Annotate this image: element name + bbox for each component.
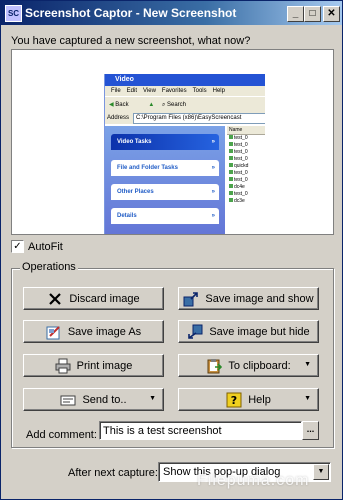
preview-file: test_0 xyxy=(227,191,265,198)
printer-icon xyxy=(55,358,71,374)
print-image-label: Print image xyxy=(76,359,133,372)
save-image-but-hide-button[interactable]: Save image but hide xyxy=(178,320,319,343)
app-window: SC Screenshot Captor - New Screenshot _ … xyxy=(0,0,343,500)
checkmark-icon[interactable]: ✓ xyxy=(11,240,24,253)
screenshot-preview[interactable]: Video File Edit View Favorites Tools Help ◀ B… xyxy=(11,49,334,235)
preview-task: File and Folder Tasks» xyxy=(111,160,219,176)
dropdown-arrow-icon: ▼ xyxy=(149,395,156,402)
dropdown-arrow-icon: ▼ xyxy=(304,361,311,368)
discard-image-button[interactable]: Discard image xyxy=(23,287,164,310)
discard-x-icon xyxy=(47,291,63,307)
after-next-capture-label: After next capture: xyxy=(68,467,158,479)
maximize-button[interactable]: □ xyxy=(304,6,321,22)
add-comment-label: Add comment: xyxy=(26,429,97,441)
app-icon: SC xyxy=(5,5,22,22)
preview-file: test_0 xyxy=(227,156,265,163)
preview-file: dc3e xyxy=(227,198,265,205)
save-image-as-label: Save image As xyxy=(67,325,142,338)
dropdown-arrow-icon: ▼ xyxy=(304,395,311,402)
preview-menu-item: Favorites xyxy=(161,88,187,94)
preview-menu-item: Edit xyxy=(126,88,138,94)
preview-file: test_0 xyxy=(227,177,265,184)
preview-search: Search xyxy=(166,102,186,108)
window-title: Screenshot Captor - New Screenshot xyxy=(25,6,237,20)
preview-address-label: Address xyxy=(107,115,130,121)
minimize-button[interactable]: _ xyxy=(287,6,304,22)
preview-file: test_0 xyxy=(227,142,265,149)
comment-browse-button[interactable]: ... xyxy=(302,421,319,440)
preview-menu-item: View xyxy=(143,88,156,94)
preview-menu-item: Help xyxy=(212,88,225,94)
watermark: Filepuma.com xyxy=(197,472,310,489)
help-button[interactable]: ? Help ▼ xyxy=(178,388,319,411)
title-bar[interactable]: SC Screenshot Captor - New Screenshot _ … xyxy=(1,1,342,25)
preview-image: Video File Edit View Favorites Tools Help ◀ B… xyxy=(104,74,265,234)
preview-address-value: C:\Program Files (x86)\EasyScreencast xyxy=(133,113,265,124)
save-image-and-show-button[interactable]: Save image and show xyxy=(178,287,319,310)
preview-column-header: Name xyxy=(227,126,265,135)
help-label: Help xyxy=(248,393,271,406)
to-clipboard-button[interactable]: To clipboard: ▼ xyxy=(178,354,319,377)
preview-window-title: Video xyxy=(105,74,265,86)
send-to-label: Send to.. xyxy=(82,393,127,406)
autofit-label: AutoFit xyxy=(28,241,63,253)
clipboard-icon xyxy=(206,358,223,374)
close-button[interactable]: ✕ xyxy=(323,6,340,22)
preview-task: Details» xyxy=(111,208,219,224)
search-icon: ⌕ xyxy=(161,102,166,108)
operations-label: Operations xyxy=(20,261,78,273)
comment-input[interactable] xyxy=(99,421,302,440)
send-to-icon xyxy=(60,392,76,408)
preview-address-bar: Address C:\Program Files (x86)\EasyScree… xyxy=(105,112,265,124)
preview-file-list: Name test_0 test_0 test_0 test_0 quickd … xyxy=(227,126,265,234)
save-image-and-show-label: Save image and show xyxy=(205,292,314,305)
chevron-down-icon[interactable]: ▼ xyxy=(313,464,329,480)
back-arrow-icon: ◀ xyxy=(109,102,114,108)
up-arrow-icon: ▲ xyxy=(148,102,155,108)
preview-task: Video Tasks» xyxy=(111,134,219,150)
preview-menu-item: Tools xyxy=(192,88,207,94)
save-hide-icon xyxy=(187,324,203,340)
save-show-icon xyxy=(183,291,199,307)
preview-file: dc4e xyxy=(227,184,265,191)
save-image-but-hide-label: Save image but hide xyxy=(209,325,310,338)
preview-file: test_0 xyxy=(227,170,265,177)
discard-image-label: Discard image xyxy=(69,292,140,305)
save-image-as-button[interactable]: Save image As xyxy=(23,320,164,343)
preview-task: Other Places» xyxy=(111,184,219,200)
preview-menu: File Edit View Favorites Tools Help xyxy=(105,86,265,96)
preview-file: quickd xyxy=(227,163,265,170)
prompt-text: You have captured a new screenshot, what… xyxy=(11,35,251,47)
preview-back: Back xyxy=(115,102,129,108)
preview-menu-item: File xyxy=(111,88,121,94)
preview-file: test_0 xyxy=(227,135,265,142)
help-icon: ? xyxy=(226,392,242,408)
save-as-icon xyxy=(46,324,62,340)
preview-file: test_0 xyxy=(227,149,265,156)
send-to-button[interactable]: Send to.. ▼ xyxy=(23,388,164,411)
print-image-button[interactable]: Print image xyxy=(23,354,164,377)
to-clipboard-label: To clipboard: xyxy=(228,359,291,372)
svg-text:?: ? xyxy=(231,394,237,407)
preview-task-pane: Video Tasks» File and Folder Tasks» Othe… xyxy=(105,126,225,234)
